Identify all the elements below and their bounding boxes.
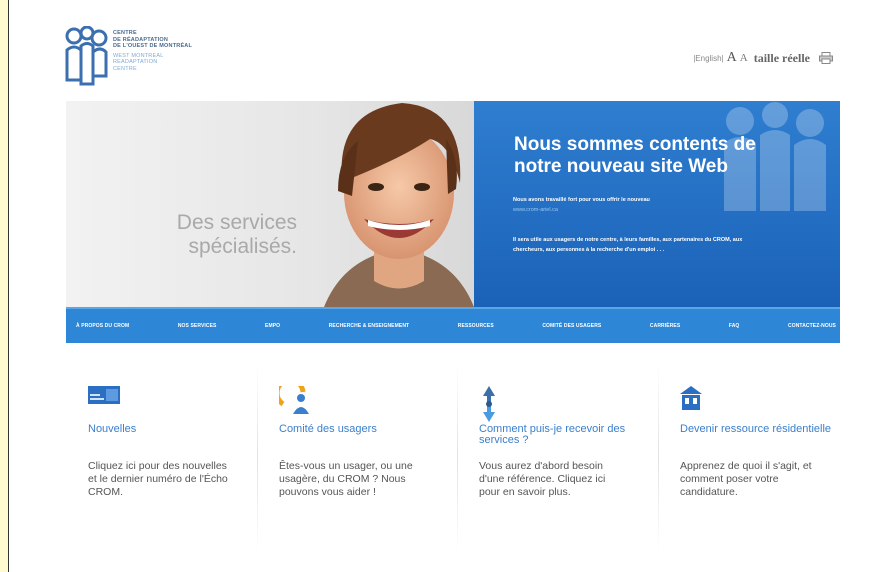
card-title[interactable]: Devenir ressource résidentielle: [680, 424, 840, 435]
nav-item-faq[interactable]: FAQ: [729, 323, 740, 329]
english-link[interactable]: |English|: [693, 54, 723, 63]
crom-logo[interactable]: CENTRE DE RÉADAPTATION DE L'OUEST DE MONTR…: [63, 26, 223, 96]
nav-item-careers[interactable]: CARRIÈRES: [650, 323, 680, 329]
hero-title: Nous sommes contents de notre nouveau si…: [514, 134, 756, 177]
logo-people-icon: [65, 26, 108, 86]
nav-item-about[interactable]: À PROPOS DU CROM: [76, 323, 129, 329]
nav-item-empo[interactable]: EMPO: [265, 323, 280, 329]
card-title[interactable]: Comment puis-je recevoir des services ?: [479, 424, 639, 446]
hero-intro: Nous avons travaillé fort pour vous offr…: [513, 197, 650, 203]
main-nav: À PROPOS DU CROM NOS SERVICES EMPO RECHE…: [66, 307, 840, 343]
card-text: Êtes-vous un usager, ou une usagère, du …: [279, 460, 413, 499]
real-size-button[interactable]: taille réelle: [754, 51, 810, 66]
hero-blue-panel: [474, 101, 840, 307]
house-icon: [680, 386, 702, 415]
hero-body: Il sera utile aux usagers de notre centr…: [513, 237, 743, 253]
card-divider: [257, 362, 258, 554]
card-title[interactable]: Nouvelles: [88, 424, 248, 435]
card-news[interactable]: Nouvelles Cliquez ici pour des nouvelles…: [66, 362, 256, 554]
card-get-services[interactable]: Comment puis-je recevoir des services ? …: [457, 362, 647, 554]
smiling-boy-photo: [324, 103, 474, 307]
card-users-committee[interactable]: Comité des usagers Êtes-vous un usager, …: [257, 362, 447, 554]
card-divider: [658, 362, 659, 554]
card-title[interactable]: Comité des usagers: [279, 424, 439, 435]
accessibility-toolbar: |English| A A taille réelle: [693, 50, 833, 66]
nav-item-research[interactable]: RECHERCHE & ENSEIGNEMENT: [329, 323, 409, 329]
font-larger-button[interactable]: A: [727, 50, 737, 66]
card-text: Cliquez ici pour des nouvelles et le der…: [88, 460, 228, 499]
card-divider: [457, 362, 458, 554]
card-text: Apprenez de quoi il s'agit, et comment p…: [680, 460, 812, 499]
logo-text: CENTRE DE RÉADAPTATION DE L'OUEST DE MONTR…: [113, 30, 193, 72]
hero-site-link[interactable]: www.crom-ariel.ca: [513, 207, 558, 213]
font-smaller-button[interactable]: A: [740, 52, 748, 64]
nav-item-services[interactable]: NOS SERVICES: [178, 323, 217, 329]
hero-banner[interactable]: Des services spécialisés. Nous sommes co…: [66, 101, 840, 307]
nav-item-resources[interactable]: RESSOURCES: [458, 323, 494, 329]
card-text: Vous aurez d'abord besoin d'une référenc…: [479, 460, 606, 499]
hero-tagline: Des services spécialisés.: [176, 211, 297, 258]
printer-icon[interactable]: [819, 52, 833, 64]
users-committee-icon: [274, 377, 313, 421]
question-arrows-icon: [479, 386, 499, 427]
nav-item-contact[interactable]: CONTACTEZ-NOUS: [788, 323, 836, 329]
card-residential-resource[interactable]: Devenir ressource résidentielle Apprenez…: [658, 362, 848, 554]
nav-item-committee[interactable]: COMITÉ DES USAGERS: [542, 323, 601, 329]
newspaper-icon: [88, 386, 120, 409]
